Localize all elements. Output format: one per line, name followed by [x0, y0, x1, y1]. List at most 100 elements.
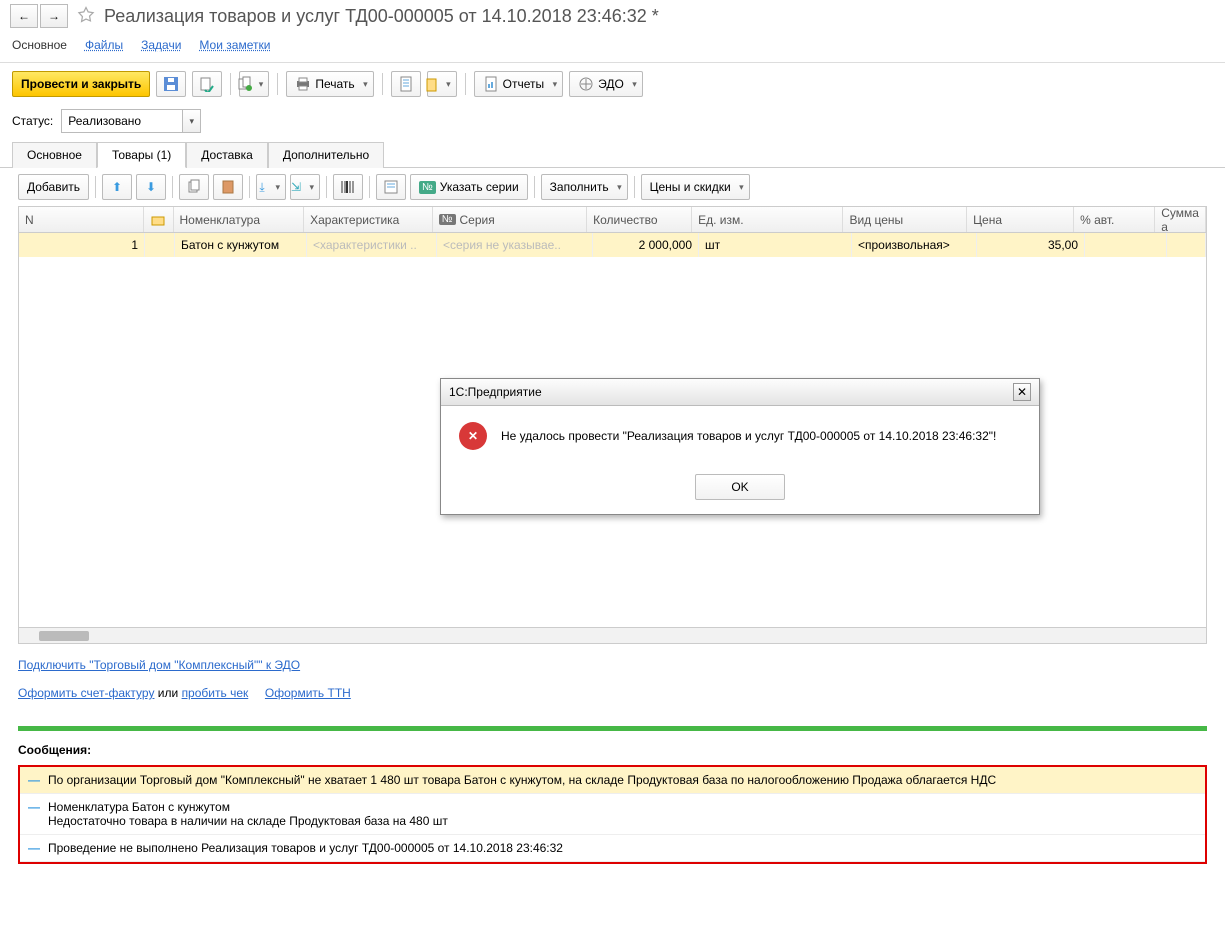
grid-header-row: N Номенклатура Характеристика №Серия Кол… — [19, 207, 1206, 233]
connect-edo-link[interactable]: Подключить "Торговый дом "Комплексный"" … — [18, 658, 300, 672]
page-title: Реализация товаров и услуг ТД00-000005 о… — [104, 6, 659, 27]
import-icon: ⤓ — [259, 180, 264, 195]
dialog-ok-button[interactable]: OK — [695, 474, 785, 500]
reports-label: Отчеты — [503, 77, 544, 91]
col-series[interactable]: №Серия — [433, 207, 587, 232]
cell-qty[interactable]: 2 000,000 — [593, 233, 699, 257]
arrow-up-icon: ⬆ — [112, 180, 122, 194]
green-separator — [18, 726, 1207, 731]
col-flag[interactable] — [144, 207, 174, 232]
cell-sum[interactable] — [1167, 233, 1206, 257]
separator — [369, 176, 370, 198]
linktab-tasks[interactable]: Задачи — [141, 38, 181, 52]
save-button[interactable] — [156, 71, 186, 97]
arrow-left-icon: ← — [18, 9, 30, 23]
cell-pricetype[interactable]: <произвольная> — [852, 233, 977, 257]
ttn-link[interactable]: Оформить ТТН — [265, 686, 351, 700]
col-unit[interactable]: Ед. изм. — [692, 207, 843, 232]
fill-button[interactable]: Заполнить — [541, 174, 628, 200]
post-icon — [199, 76, 215, 92]
col-sum[interactable]: Сумма а — [1155, 207, 1206, 232]
cell-n[interactable]: 1 — [19, 233, 145, 257]
series-label: Указать серии — [440, 180, 519, 194]
dialog-title: 1С:Предприятие — [449, 385, 542, 399]
print-button[interactable]: Печать — [286, 71, 373, 97]
document-icon-button[interactable] — [391, 71, 421, 97]
favorite-star-icon[interactable] — [76, 5, 96, 28]
col-pctauto[interactable]: % авт. — [1074, 207, 1155, 232]
post-and-close-button[interactable]: Провести и закрыть — [12, 71, 150, 97]
col-n[interactable]: N — [19, 207, 144, 232]
col-pricetype[interactable]: Вид цены — [843, 207, 967, 232]
add-row-button[interactable]: Добавить — [18, 174, 89, 200]
cell-pctauto[interactable] — [1085, 233, 1167, 257]
invoice-link[interactable]: Оформить счет-фактуру — [18, 686, 154, 700]
tab-goods[interactable]: Товары (1) — [97, 142, 186, 168]
nav-forward-button[interactable]: → — [40, 4, 68, 28]
linktab-files[interactable]: Файлы — [85, 38, 123, 52]
message-item[interactable]: По организации Торговый дом "Комплексный… — [20, 767, 1205, 794]
receipt-link[interactable]: пробить чек — [182, 686, 249, 700]
separator — [249, 176, 250, 198]
tab-main[interactable]: Основное — [12, 142, 97, 168]
dialog-close-button[interactable]: ✕ — [1013, 383, 1031, 401]
document-icon — [398, 76, 414, 92]
move-down-button[interactable]: ⬇ — [136, 174, 166, 200]
col-price[interactable]: Цена — [967, 207, 1074, 232]
move-up-button[interactable]: ⬆ — [102, 174, 132, 200]
create-based-on-button[interactable] — [239, 71, 269, 97]
paste-button[interactable] — [213, 174, 243, 200]
col-qty[interactable]: Количество — [587, 207, 692, 232]
status-label: Статус: — [12, 114, 53, 128]
barcode-icon — [340, 179, 356, 195]
col-nomenclature[interactable]: Номенклатура — [174, 207, 305, 232]
post-button[interactable] — [192, 71, 222, 97]
status-input[interactable] — [62, 110, 182, 132]
diskette-icon — [163, 76, 179, 92]
form-button[interactable] — [376, 174, 406, 200]
specify-series-button[interactable]: № Указать серии — [410, 174, 528, 200]
series-badge-icon: № — [419, 181, 436, 194]
more-files-button[interactable] — [427, 71, 457, 97]
cell-series[interactable]: <серия не указывае.. — [437, 233, 593, 257]
cell-unit[interactable]: шт — [699, 233, 852, 257]
chevron-down-icon[interactable]: ▾ — [182, 110, 200, 132]
prices-discounts-button[interactable]: Цены и скидки — [641, 174, 750, 200]
copy-button[interactable] — [179, 174, 209, 200]
cell-flag[interactable] — [145, 233, 175, 257]
documents-icon — [237, 76, 253, 92]
edo-button[interactable]: ЭДО — [569, 71, 643, 97]
nav-back-button[interactable]: ← — [10, 4, 38, 28]
dialog-message: Не удалось провести "Реализация товаров … — [501, 429, 996, 443]
paste-icon — [220, 179, 236, 195]
expand-button[interactable]: ⇲ — [290, 174, 320, 200]
files-icon — [425, 76, 441, 92]
status-combo[interactable]: ▾ — [61, 109, 201, 133]
scrollbar-thumb[interactable] — [39, 631, 89, 641]
load-button[interactable]: ⤓ — [256, 174, 286, 200]
form-icon — [383, 179, 399, 195]
separator — [534, 176, 535, 198]
print-label: Печать — [315, 77, 354, 91]
reports-button[interactable]: Отчеты — [474, 71, 563, 97]
linktab-main[interactable]: Основное — [12, 38, 67, 52]
tab-delivery[interactable]: Доставка — [186, 142, 268, 168]
or-text: или — [158, 686, 178, 700]
cell-nomenclature[interactable]: Батон с кунжутом — [175, 233, 307, 257]
error-icon: ✕ — [459, 422, 487, 450]
tab-extra[interactable]: Дополнительно — [268, 142, 384, 168]
cell-price[interactable]: 35,00 — [977, 233, 1085, 257]
linktab-notes[interactable]: Мои заметки — [199, 38, 270, 52]
message-item[interactable]: Проведение не выполнено Реализация товар… — [20, 835, 1205, 862]
arrow-down-icon: ⬇ — [146, 180, 156, 194]
message-item[interactable]: Номенклатура Батон с кунжутом Недостаточ… — [20, 794, 1205, 835]
cell-characteristic[interactable]: <характеристики .. — [307, 233, 437, 257]
table-row[interactable]: 1 Батон с кунжутом <характеристики .. <с… — [19, 233, 1206, 257]
separator — [326, 176, 327, 198]
horizontal-scrollbar[interactable] — [19, 627, 1206, 643]
copy-icon — [186, 179, 202, 195]
barcode-button[interactable] — [333, 174, 363, 200]
col-characteristic[interactable]: Характеристика — [304, 207, 433, 232]
separator — [634, 176, 635, 198]
arrow-right-icon: → — [48, 9, 60, 23]
